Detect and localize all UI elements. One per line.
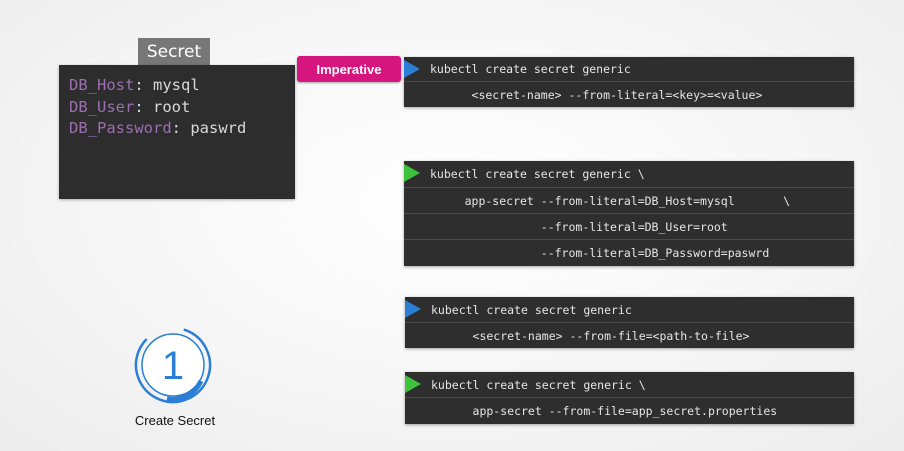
step-label: Create Secret: [134, 413, 216, 428]
command-line: <secret-name> --from-literal=<key>=<valu…: [404, 81, 854, 107]
secret-key: DB_Host: [69, 76, 135, 94]
command-line: kubectl create secret generic: [405, 297, 854, 322]
secret-pair-db-user: DB_User: root: [69, 97, 295, 119]
step-number-icon: 1: [134, 326, 212, 404]
secret-key: DB_Password: [69, 119, 172, 137]
command-line: <secret-name> --from-file=<path-to-file>: [405, 322, 854, 348]
play-arrow-icon: [405, 300, 421, 318]
command-line: app-secret --from-file=app_secret.proper…: [405, 397, 854, 424]
secret-tab-label: Secret: [138, 38, 210, 65]
command-line: kubectl create secret generic: [404, 57, 854, 81]
command-line: kubectl create secret generic \: [405, 372, 854, 397]
command-line: app-secret --from-literal=DB_Host=mysql …: [404, 187, 854, 213]
secret-value: root: [153, 97, 191, 116]
secret-value: mysql: [153, 76, 200, 94]
secret-separator: :: [171, 119, 191, 137]
secret-separator: :: [134, 97, 153, 116]
secret-value: paswrd: [190, 119, 247, 137]
command-line: --from-literal=DB_User=root: [404, 213, 854, 239]
secret-separator: :: [134, 76, 153, 94]
command-block-file-example: kubectl create secret generic \ app-secr…: [405, 372, 854, 424]
play-arrow-icon: [404, 60, 420, 78]
command-line: --from-literal=DB_Password=paswrd: [404, 239, 854, 266]
play-arrow-icon: [405, 375, 421, 393]
secret-key: DB_User: [69, 97, 135, 116]
imperative-badge: Imperative: [297, 56, 401, 82]
step-number: 1: [162, 344, 184, 388]
secret-pair-db-password: DB_Password: paswrd: [69, 118, 295, 140]
secret-pair-db-host: DB_Host: mysql: [69, 75, 295, 97]
command-line: kubectl create secret generic \: [404, 161, 854, 187]
command-block-literal-example: kubectl create secret generic \ app-secr…: [404, 161, 854, 266]
play-arrow-icon: [404, 164, 420, 182]
command-block-file-template: kubectl create secret generic <secret-na…: [405, 297, 854, 348]
secret-definition: DB_Host: mysql DB_User: root DB_Password…: [59, 65, 295, 199]
command-block-literal-template: kubectl create secret generic <secret-na…: [404, 57, 854, 107]
